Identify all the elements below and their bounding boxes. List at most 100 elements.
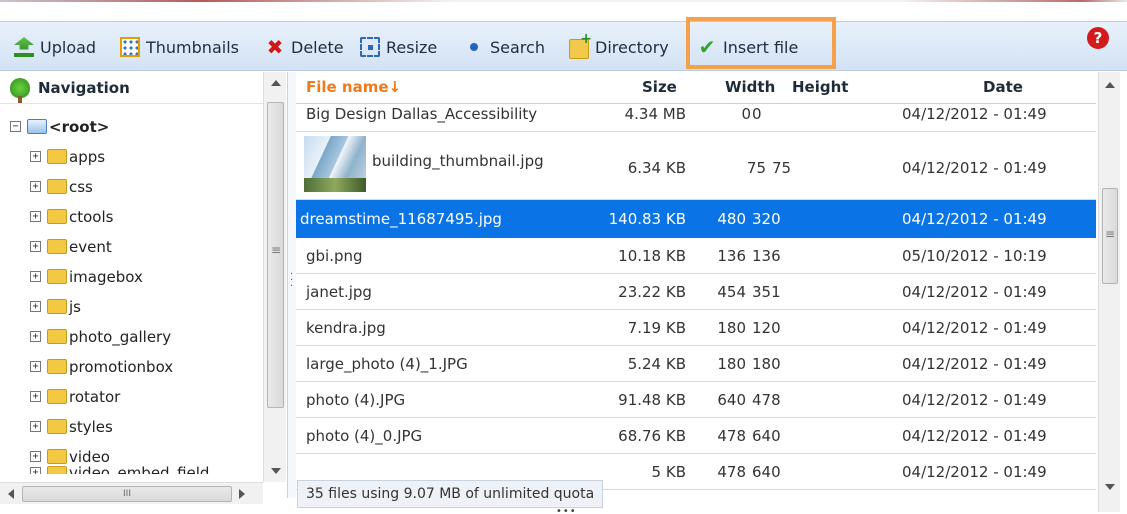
grid-vertical-scrollbar[interactable] bbox=[1098, 72, 1120, 512]
thumbnails-button[interactable]: Thumbnails bbox=[120, 35, 239, 59]
upload-button[interactable]: Upload bbox=[14, 35, 96, 59]
splitter-grip-icon: · · · bbox=[290, 269, 294, 292]
expand-icon[interactable]: + bbox=[30, 181, 41, 192]
top-border bbox=[0, 0, 1127, 8]
tree-node-photo-gallery[interactable]: + photo_gallery bbox=[30, 316, 171, 346]
file-name-cell: janet.jpg bbox=[306, 283, 372, 301]
top-border-streak bbox=[0, 0, 1127, 2]
tree-node-apps[interactable]: + apps bbox=[30, 136, 105, 166]
table-row[interactable]: gbi.png 10.18 KB 136 136 05/10/2012 - 10… bbox=[296, 238, 1096, 274]
navigation-vertical-scrollbar[interactable] bbox=[263, 72, 286, 482]
tree-node-label: apps bbox=[69, 148, 106, 166]
width-cell: 480 bbox=[717, 210, 746, 228]
help-icon[interactable]: ? bbox=[1087, 27, 1109, 49]
insert-file-highlight bbox=[686, 17, 836, 69]
date-cell: 04/12/2012 - 01:49 bbox=[902, 319, 1047, 337]
folder-icon bbox=[47, 269, 67, 284]
width-cell: 180 bbox=[717, 319, 746, 337]
tree-icon bbox=[10, 77, 30, 103]
expand-icon[interactable]: + bbox=[30, 421, 41, 432]
table-row[interactable]: building_thumbnail.jpg 6.34 KB 75 75 04/… bbox=[296, 132, 1096, 200]
scroll-down-arrow-icon[interactable] bbox=[1105, 484, 1115, 490]
height-cell: 351 bbox=[752, 283, 781, 301]
expand-icon[interactable]: + bbox=[30, 361, 41, 372]
directory-label: Directory bbox=[595, 37, 669, 57]
tree-node-event[interactable]: + event bbox=[30, 226, 112, 256]
folder-icon bbox=[47, 389, 67, 404]
expand-icon[interactable]: + bbox=[30, 241, 41, 252]
scroll-thumb[interactable] bbox=[267, 102, 284, 408]
height-cell: 640 bbox=[752, 463, 781, 481]
resize-button[interactable]: Resize bbox=[360, 35, 437, 59]
width-cell: 454 bbox=[717, 283, 746, 301]
pane-splitter[interactable]: · · · bbox=[288, 72, 296, 498]
tree-node-ctools[interactable]: + ctools bbox=[30, 196, 113, 226]
tree-node-label: promotionbox bbox=[69, 358, 174, 376]
table-row-selected[interactable]: dreamstime_11687495.jpg 140.83 KB 480 32… bbox=[296, 200, 1096, 238]
delete-label: Delete bbox=[291, 37, 344, 57]
navigation-horizontal-scrollbar[interactable]: III bbox=[0, 482, 263, 504]
expand-icon[interactable]: + bbox=[30, 331, 41, 342]
tree-node-imagebox[interactable]: + imagebox bbox=[30, 256, 143, 286]
resize-icon bbox=[360, 37, 380, 57]
date-cell: 04/12/2012 - 01:49 bbox=[902, 391, 1047, 409]
expand-icon[interactable]: + bbox=[30, 211, 41, 222]
date-cell: 04/12/2012 - 01:49 bbox=[902, 355, 1047, 373]
tree-node-label: styles bbox=[69, 418, 113, 436]
tree-node-promotionbox[interactable]: + promotionbox bbox=[30, 346, 173, 376]
tree-node-video-embed-field[interactable]: + video_embed_field bbox=[30, 458, 209, 474]
resize-grip-icon[interactable]: ••• bbox=[556, 506, 577, 514]
folder-icon bbox=[47, 239, 67, 254]
tree-node-label: js bbox=[69, 298, 81, 316]
scroll-thumb[interactable] bbox=[1102, 188, 1118, 284]
column-header-size[interactable]: Size bbox=[642, 78, 677, 96]
file-name-cell: dreamstime_11687495.jpg bbox=[300, 210, 502, 228]
status-bar: 35 files using 9.07 MB of unlimited quot… bbox=[297, 480, 604, 508]
tree-node-label: css bbox=[69, 178, 93, 196]
table-row[interactable]: large_photo (4)_1.JPG 5.24 KB 180 180 04… bbox=[296, 346, 1096, 382]
date-cell: 04/12/2012 - 01:49 bbox=[902, 427, 1047, 445]
column-header-width[interactable]: Width bbox=[725, 78, 775, 96]
delete-button[interactable]: ✖ Delete bbox=[265, 35, 344, 59]
scroll-left-arrow-icon[interactable] bbox=[8, 489, 14, 499]
expand-icon[interactable]: + bbox=[30, 271, 41, 282]
root-folder-icon bbox=[27, 119, 47, 134]
height-cell: 0 bbox=[752, 105, 762, 123]
column-header-height[interactable]: Height bbox=[792, 78, 848, 96]
size-cell: 10.18 KB bbox=[618, 247, 686, 265]
horizontal-scroll-thumb[interactable]: III bbox=[22, 486, 232, 502]
scroll-down-arrow-icon[interactable] bbox=[271, 468, 281, 474]
size-cell: 5 KB bbox=[651, 463, 686, 481]
directory-button[interactable]: Directory bbox=[569, 31, 669, 59]
tree-node-js[interactable]: + js bbox=[30, 286, 81, 316]
tree-node-label: rotator bbox=[69, 388, 121, 406]
search-button[interactable]: Search bbox=[464, 35, 545, 59]
grid-header: File name↓ Size Width Height Date bbox=[296, 72, 1096, 104]
expand-icon[interactable]: + bbox=[30, 391, 41, 402]
expand-icon[interactable]: + bbox=[30, 301, 41, 312]
tree-node-styles[interactable]: + styles bbox=[30, 406, 113, 436]
scroll-up-arrow-icon[interactable] bbox=[1105, 82, 1115, 88]
tree-node-css[interactable]: + css bbox=[30, 166, 93, 196]
tree-node-rotator[interactable]: + rotator bbox=[30, 376, 120, 406]
collapse-icon[interactable]: − bbox=[10, 121, 21, 132]
column-header-date[interactable]: Date bbox=[983, 78, 1023, 96]
scroll-right-arrow-icon[interactable] bbox=[239, 489, 245, 499]
expand-icon[interactable]: + bbox=[30, 467, 41, 474]
width-cell: 0 bbox=[741, 105, 751, 123]
table-row[interactable]: janet.jpg 23.22 KB 454 351 04/12/2012 - … bbox=[296, 274, 1096, 310]
table-row[interactable]: photo (4).JPG 91.48 KB 640 478 04/12/201… bbox=[296, 382, 1096, 418]
size-cell: 91.48 KB bbox=[618, 391, 686, 409]
width-cell: 136 bbox=[717, 247, 746, 265]
folder-icon bbox=[47, 359, 67, 374]
scroll-up-arrow-icon[interactable] bbox=[271, 80, 281, 86]
expand-icon[interactable]: + bbox=[30, 151, 41, 162]
table-row[interactable]: kendra.jpg 7.19 KB 180 120 04/12/2012 - … bbox=[296, 310, 1096, 346]
tree-node-root[interactable]: − <root> bbox=[10, 106, 109, 136]
thumbnails-icon bbox=[120, 37, 140, 57]
height-cell: 75 bbox=[772, 159, 792, 177]
date-cell: 04/12/2012 - 01:49 bbox=[902, 463, 1047, 481]
file-name-cell: large_photo (4)_1.JPG bbox=[306, 355, 468, 373]
table-row[interactable]: photo (4)_0.JPG 68.76 KB 478 640 04/12/2… bbox=[296, 418, 1096, 454]
column-header-file-name[interactable]: File name↓ bbox=[306, 78, 401, 96]
